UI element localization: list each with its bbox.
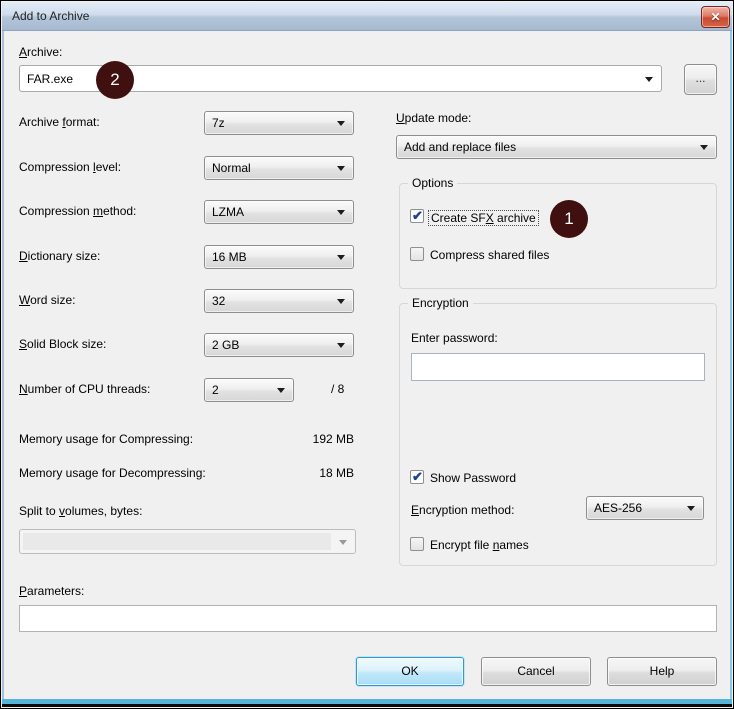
solid-block-size-label: Solid Block size:: [19, 337, 106, 351]
chevron-down-icon[interactable]: [645, 77, 653, 82]
help-button[interactable]: Help: [607, 657, 717, 686]
update-mode-combobox[interactable]: Add and replace files: [396, 135, 717, 159]
compress-shared-checkbox[interactable]: [410, 247, 424, 261]
cpu-threads-combobox[interactable]: 2: [204, 378, 294, 402]
cancel-button[interactable]: Cancel: [481, 657, 591, 686]
chevron-down-icon: [339, 540, 347, 545]
chevron-down-icon: [277, 388, 285, 393]
titlebar[interactable]: Add to Archive: [2, 2, 732, 31]
dictionary-size-label: Dictionary size:: [19, 249, 100, 263]
chevron-down-icon: [337, 255, 345, 260]
encrypt-names-label[interactable]: Encrypt file names: [430, 538, 529, 552]
encryption-method-combobox[interactable]: AES-256: [586, 496, 704, 520]
encryption-method-label: Encryption method:: [411, 503, 514, 517]
window-frame-left: [2, 31, 4, 699]
window-title: Add to Archive: [12, 9, 89, 23]
compression-method-label: Compression method:: [19, 204, 136, 218]
chevron-down-icon: [337, 166, 345, 171]
chevron-down-icon: [337, 210, 345, 215]
encryption-group-title: Encryption: [408, 296, 473, 310]
add-to-archive-dialog: Add to Archive ✕ Archive: FAR.exe 2 ... …: [0, 0, 734, 709]
memory-decompressing-label: Memory usage for Decompressing:: [19, 466, 206, 480]
archive-label: Archive:: [19, 45, 62, 59]
dictionary-size-combobox[interactable]: 16 MB: [204, 245, 354, 269]
show-password-checkbox[interactable]: [410, 470, 424, 484]
create-sfx-checkbox[interactable]: [410, 209, 424, 223]
split-volumes-combobox[interactable]: [19, 529, 356, 554]
close-icon: ✕: [710, 10, 720, 24]
compression-method-combobox[interactable]: LZMA: [204, 200, 354, 224]
chevron-down-icon: [337, 121, 345, 126]
options-group-title: Options: [408, 176, 457, 190]
browse-button[interactable]: ...: [684, 64, 717, 95]
annotation-badge-1: 1: [550, 200, 588, 238]
create-sfx-label[interactable]: Create SFX archive: [429, 211, 538, 225]
show-password-label[interactable]: Show Password: [430, 471, 516, 485]
compress-shared-label[interactable]: Compress shared files: [430, 248, 549, 262]
compression-level-combobox[interactable]: Normal: [204, 156, 354, 180]
encrypt-names-checkbox[interactable]: [410, 537, 424, 551]
archive-name-value: FAR.exe: [27, 72, 73, 86]
split-volumes-label: Split to volumes, bytes:: [19, 504, 142, 518]
memory-compressing-label: Memory usage for Compressing:: [19, 432, 193, 446]
chevron-down-icon: [337, 343, 345, 348]
chevron-down-icon: [687, 506, 695, 511]
memory-compressing-value: 192 MB: [254, 432, 354, 446]
parameters-label: Parameters:: [19, 584, 84, 598]
enter-password-label: Enter password:: [411, 331, 498, 345]
parameters-input[interactable]: [19, 605, 717, 632]
archive-format-combobox[interactable]: 7z: [204, 111, 354, 135]
window-frame-bottom: [2, 699, 732, 707]
update-mode-label: Update mode:: [396, 111, 471, 125]
chevron-down-icon: [700, 145, 708, 150]
word-size-combobox[interactable]: 32: [204, 289, 354, 313]
memory-decompressing-value: 18 MB: [254, 466, 354, 480]
ellipsis-icon: ...: [695, 71, 705, 85]
cpu-threads-max-label: / 8: [331, 382, 344, 396]
options-group: Options: [399, 183, 717, 289]
word-size-label: Word size:: [19, 293, 75, 307]
cpu-threads-label: Number of CPU threads:: [19, 382, 150, 396]
close-button[interactable]: ✕: [701, 6, 730, 28]
ok-button[interactable]: OK: [356, 657, 464, 686]
annotation-badge-2: 2: [96, 61, 134, 99]
window-frame-right: [730, 31, 732, 699]
password-input[interactable]: [411, 353, 705, 381]
compression-level-label: Compression level:: [19, 160, 121, 174]
archive-format-label: Archive format:: [19, 115, 100, 129]
split-volumes-value: [23, 533, 331, 550]
chevron-down-icon: [337, 299, 345, 304]
solid-block-size-combobox[interactable]: 2 GB: [204, 333, 354, 357]
